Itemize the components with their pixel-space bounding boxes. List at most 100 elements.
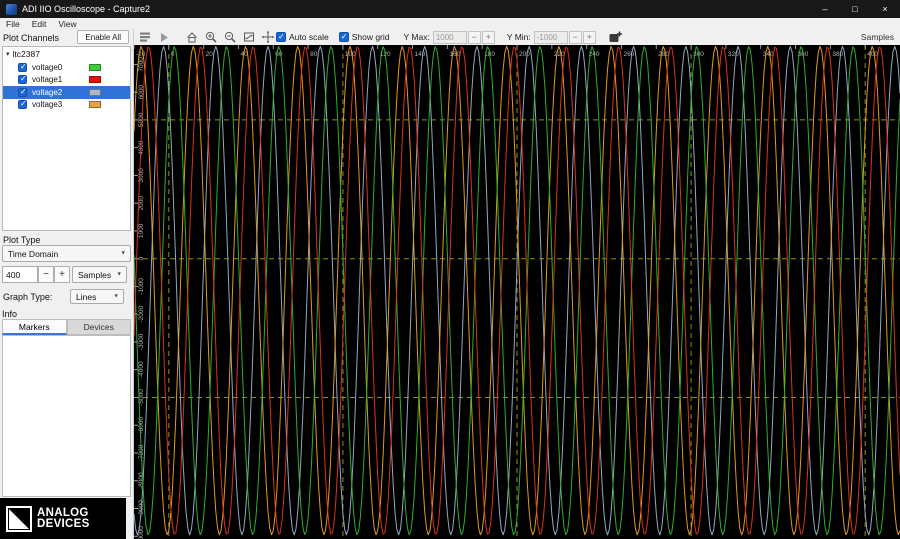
plot-type-dropdown[interactable]: Time Domain ▼: [2, 245, 131, 262]
zoom-in-icon[interactable]: [203, 30, 219, 44]
adi-logo-line2: DEVICES: [37, 517, 90, 530]
plot-toolbar: Auto scale Show grid Y Max: − + Y Min: −…: [134, 29, 900, 45]
graph-type-label: Graph Type:: [3, 292, 53, 302]
plot-area: -20 0 20 40 60 80 100 120 140 160 180 200 220 240 260 2…: [134, 45, 900, 539]
svg-text:-4000: -4000: [138, 361, 145, 378]
adi-logo-mark-icon: [6, 505, 32, 532]
svg-text:280: 280: [658, 51, 669, 58]
menu-file[interactable]: File: [0, 19, 26, 29]
svg-text:1000: 1000: [138, 223, 145, 238]
channel-list: voltage0 voltage1 voltage2 voltage3: [3, 61, 130, 111]
channel-label: voltage2: [32, 87, 63, 97]
menu-edit[interactable]: Edit: [26, 19, 53, 29]
svg-text:-6000: -6000: [138, 417, 145, 434]
sample-count-row: − + Samples ▼: [2, 266, 127, 283]
zoom-fit-icon[interactable]: [241, 30, 257, 44]
info-panel: [2, 335, 131, 497]
zoom-out-icon[interactable]: [222, 30, 238, 44]
play-icon[interactable]: [156, 30, 172, 44]
y-max-label: Y Max:: [403, 32, 430, 42]
svg-text:-1000: -1000: [138, 278, 145, 295]
home-icon[interactable]: [184, 30, 200, 44]
y-max-input[interactable]: [432, 30, 467, 44]
app-window: ADI IIO Oscilloscope - Capture2 – □ × Fi…: [0, 0, 900, 539]
info-label: Info: [2, 309, 18, 319]
channel-color-swatch[interactable]: [89, 63, 101, 71]
channel-row[interactable]: voltage0: [3, 61, 130, 74]
sample-count-decrement-button[interactable]: −: [38, 266, 54, 283]
channel-checkbox[interactable]: [18, 99, 27, 110]
tab-devices[interactable]: Devices: [66, 319, 131, 335]
window-controls: – □ ×: [810, 0, 900, 18]
svg-text:140: 140: [415, 51, 426, 58]
waveform-plot[interactable]: -20 0 20 40 60 80 100 120 140 160 180 200 220 240 260 2…: [134, 45, 900, 539]
svg-text:220: 220: [554, 51, 565, 58]
y-max-decrement-button[interactable]: −: [467, 30, 481, 44]
svg-text:20: 20: [206, 51, 214, 58]
channel-label: voltage0: [32, 62, 63, 72]
adi-logo-line1: ANALOG: [37, 506, 89, 519]
chevron-down-icon: ▼: [116, 271, 122, 278]
svg-text:-3000: -3000: [138, 333, 145, 350]
channel-checkbox[interactable]: [18, 74, 27, 85]
capture-list-icon[interactable]: [137, 30, 153, 44]
show-grid-label: Show grid: [351, 32, 390, 42]
menu-view[interactable]: View: [52, 19, 82, 29]
y-min-input[interactable]: [533, 30, 568, 44]
chevron-down-icon: ▼: [120, 250, 126, 257]
sample-count-increment-button[interactable]: +: [54, 266, 70, 283]
graph-type-dropdown[interactable]: Lines ▼: [70, 289, 124, 304]
adi-logo-text: ANALOG DEVICES: [37, 506, 90, 530]
channel-checkbox[interactable]: [18, 62, 27, 72]
channel-color-swatch[interactable]: [89, 88, 101, 96]
sidebar: Plot Channels Enable All ▾ ltc2387 volta…: [0, 29, 134, 539]
y-max-increment-button[interactable]: +: [481, 30, 495, 44]
y-min-label: Y Min:: [506, 32, 531, 42]
channel-label: voltage3: [32, 100, 63, 110]
y-min-decrement-button[interactable]: −: [568, 30, 582, 44]
channel-tree: ▾ ltc2387 voltage0 voltage1 voltage2 vol…: [2, 46, 131, 231]
sample-unit-value: Samples: [78, 269, 112, 280]
svg-text:-8000: -8000: [138, 472, 145, 489]
svg-text:100: 100: [345, 51, 356, 58]
plot-type-value: Time Domain: [8, 248, 59, 259]
channel-row[interactable]: voltage3: [3, 99, 130, 112]
minimize-button[interactable]: –: [810, 0, 840, 18]
tab-markers[interactable]: Markers: [2, 319, 67, 335]
auto-scale-checkbox[interactable]: [276, 32, 286, 42]
svg-text:340: 340: [763, 51, 774, 58]
close-button[interactable]: ×: [870, 0, 900, 18]
info-tabs: Markers Devices: [2, 319, 131, 335]
channel-color-swatch[interactable]: [89, 101, 101, 108]
titlebar: ADI IIO Oscilloscope - Capture2 – □ ×: [0, 0, 900, 18]
svg-text:200: 200: [519, 51, 530, 58]
expander-icon[interactable]: ▾: [6, 50, 10, 58]
svg-text:400: 400: [867, 51, 878, 58]
window-title: ADI IIO Oscilloscope - Capture2: [22, 4, 151, 14]
y-min-increment-button[interactable]: +: [582, 30, 596, 44]
svg-text:0: 0: [138, 257, 145, 261]
channel-row[interactable]: voltage1: [3, 74, 130, 87]
svg-text:160: 160: [449, 51, 460, 58]
svg-text:320: 320: [728, 51, 739, 58]
auto-scale-label: Auto scale: [289, 32, 329, 42]
channel-label: voltage1: [32, 75, 63, 85]
channel-row[interactable]: voltage2: [3, 86, 130, 99]
channel-color-swatch[interactable]: [89, 76, 101, 83]
sample-unit-dropdown[interactable]: Samples ▼: [72, 266, 127, 283]
adi-logo: ANALOG DEVICES: [0, 498, 126, 539]
show-grid-checkbox[interactable]: [338, 32, 349, 42]
svg-text:-20: -20: [136, 51, 146, 58]
menubar: File Edit View: [0, 18, 900, 29]
chevron-down-icon: ▼: [113, 293, 119, 300]
new-plot-icon[interactable]: [608, 30, 624, 44]
move-icon[interactable]: [260, 30, 276, 44]
sample-count-input[interactable]: [2, 266, 38, 283]
maximize-button[interactable]: □: [840, 0, 870, 18]
plot-type-label: Plot Type: [3, 235, 41, 245]
enable-all-button[interactable]: Enable All: [77, 30, 129, 44]
svg-text:80: 80: [310, 51, 318, 58]
samples-corner-label: Samples: [860, 32, 894, 42]
tree-device-row[interactable]: ▾ ltc2387: [3, 47, 130, 61]
channel-checkbox[interactable]: [18, 87, 27, 97]
